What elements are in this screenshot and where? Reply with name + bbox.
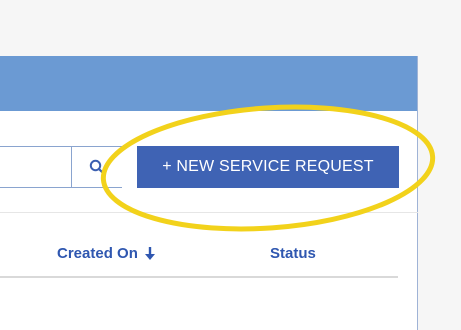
column-header-created-on[interactable]: Created On — [57, 245, 156, 262]
toolbar-divider — [0, 212, 418, 213]
page: + NEW SERVICE REQUEST Created On Status — [0, 0, 461, 330]
search-icon — [89, 159, 105, 175]
arrow-down-icon — [144, 247, 155, 260]
search-input[interactable] — [0, 147, 74, 189]
search-button[interactable] — [71, 147, 122, 187]
panel-header-bar — [0, 56, 417, 111]
column-header-status[interactable]: Status — [270, 245, 316, 262]
new-service-request-button[interactable]: + NEW SERVICE REQUEST — [137, 146, 399, 188]
service-requests-panel — [0, 56, 418, 330]
search-box — [0, 146, 122, 189]
column-header-label: Status — [270, 245, 316, 262]
table-header-divider — [0, 276, 398, 278]
column-header-label: Created On — [57, 245, 138, 262]
